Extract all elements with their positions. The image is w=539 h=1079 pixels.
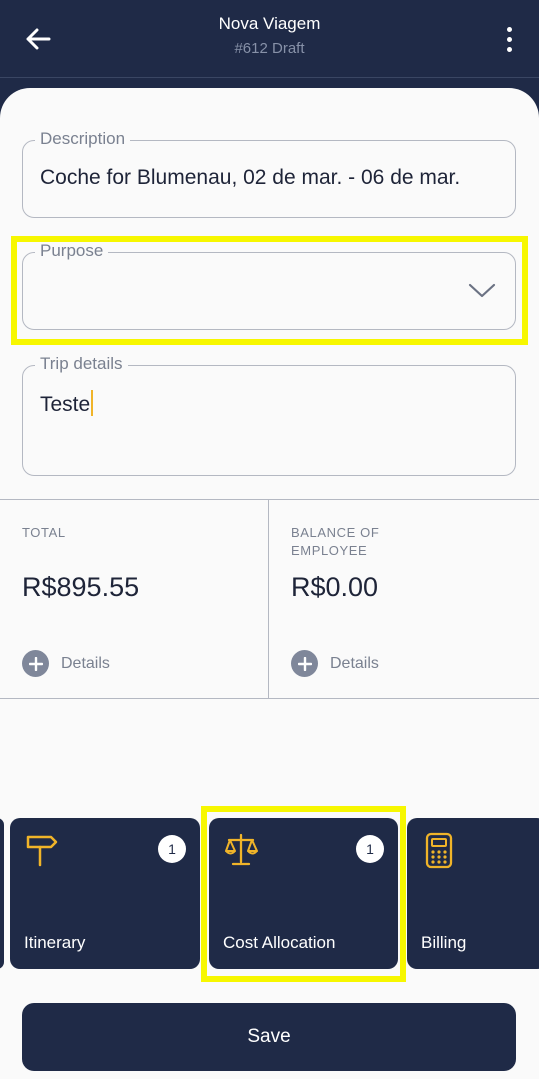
description-label: Description <box>35 129 131 149</box>
description-field[interactable]: Description Coche for Blumenau, 02 de ma… <box>22 129 516 218</box>
balance-value: R$0.00 <box>291 572 379 602</box>
purpose-select[interactable]: Purpose <box>22 241 516 330</box>
calculator-icon <box>425 832 453 869</box>
total-value: R$895.55 <box>22 572 140 602</box>
page-subtitle: #612 Draft <box>234 40 305 57</box>
signpost-icon <box>26 835 58 867</box>
billing-label: Billing <box>421 933 467 952</box>
trip-details-label: Trip details <box>35 354 128 374</box>
text-cursor <box>91 390 94 416</box>
tile-billing[interactable]: Billing <box>407 818 539 969</box>
scales-icon <box>225 833 258 866</box>
balance-details-link[interactable]: Details <box>291 650 379 677</box>
dot-icon <box>506 26 512 32</box>
description-value: Coche for Blumenau, 02 de mar. - 06 de m… <box>40 166 461 189</box>
tile-previous[interactable] <box>0 818 4 969</box>
itinerary-label: Itinerary <box>24 933 86 952</box>
total-summary: TOTAL R$895.55 Details <box>0 500 269 698</box>
save-button[interactable]: Save <box>22 1003 516 1071</box>
page-title: Nova Viagem <box>218 14 321 33</box>
tile-itinerary[interactable]: 1 Itinerary <box>10 818 200 969</box>
dot-icon <box>506 36 512 42</box>
balance-summary: BALANCE OF EMPLOYEE R$0.00 Details <box>269 500 539 698</box>
total-details-label: Details <box>61 654 110 672</box>
summary-panel: TOTAL R$895.55 Details BALANCE OF EMPLOY… <box>0 499 539 699</box>
trip-details-field[interactable]: Trip details Teste <box>22 354 516 476</box>
purpose-label: Purpose <box>35 241 109 261</box>
balance-details-label: Details <box>330 654 379 672</box>
trip-details-value: Teste <box>40 393 91 416</box>
total-label: TOTAL <box>22 525 66 540</box>
itinerary-badge: 1 <box>158 835 186 863</box>
tile-cost-allocation[interactable]: 1 Cost Allocation <box>209 818 398 969</box>
trip-details-input[interactable]: Teste <box>40 390 501 417</box>
plus-icon <box>22 650 49 677</box>
chevron-down-icon[interactable] <box>467 280 497 300</box>
more-options-button[interactable] <box>497 22 521 56</box>
total-details-link[interactable]: Details <box>22 650 110 677</box>
balance-label: BALANCE OF EMPLOYEE <box>291 525 380 558</box>
plus-icon <box>291 650 318 677</box>
cost-allocation-label: Cost Allocation <box>223 933 336 952</box>
dot-icon <box>506 46 512 52</box>
app-header: Nova Viagem #612 Draft <box>0 0 539 78</box>
cost-allocation-badge: 1 <box>356 835 384 863</box>
